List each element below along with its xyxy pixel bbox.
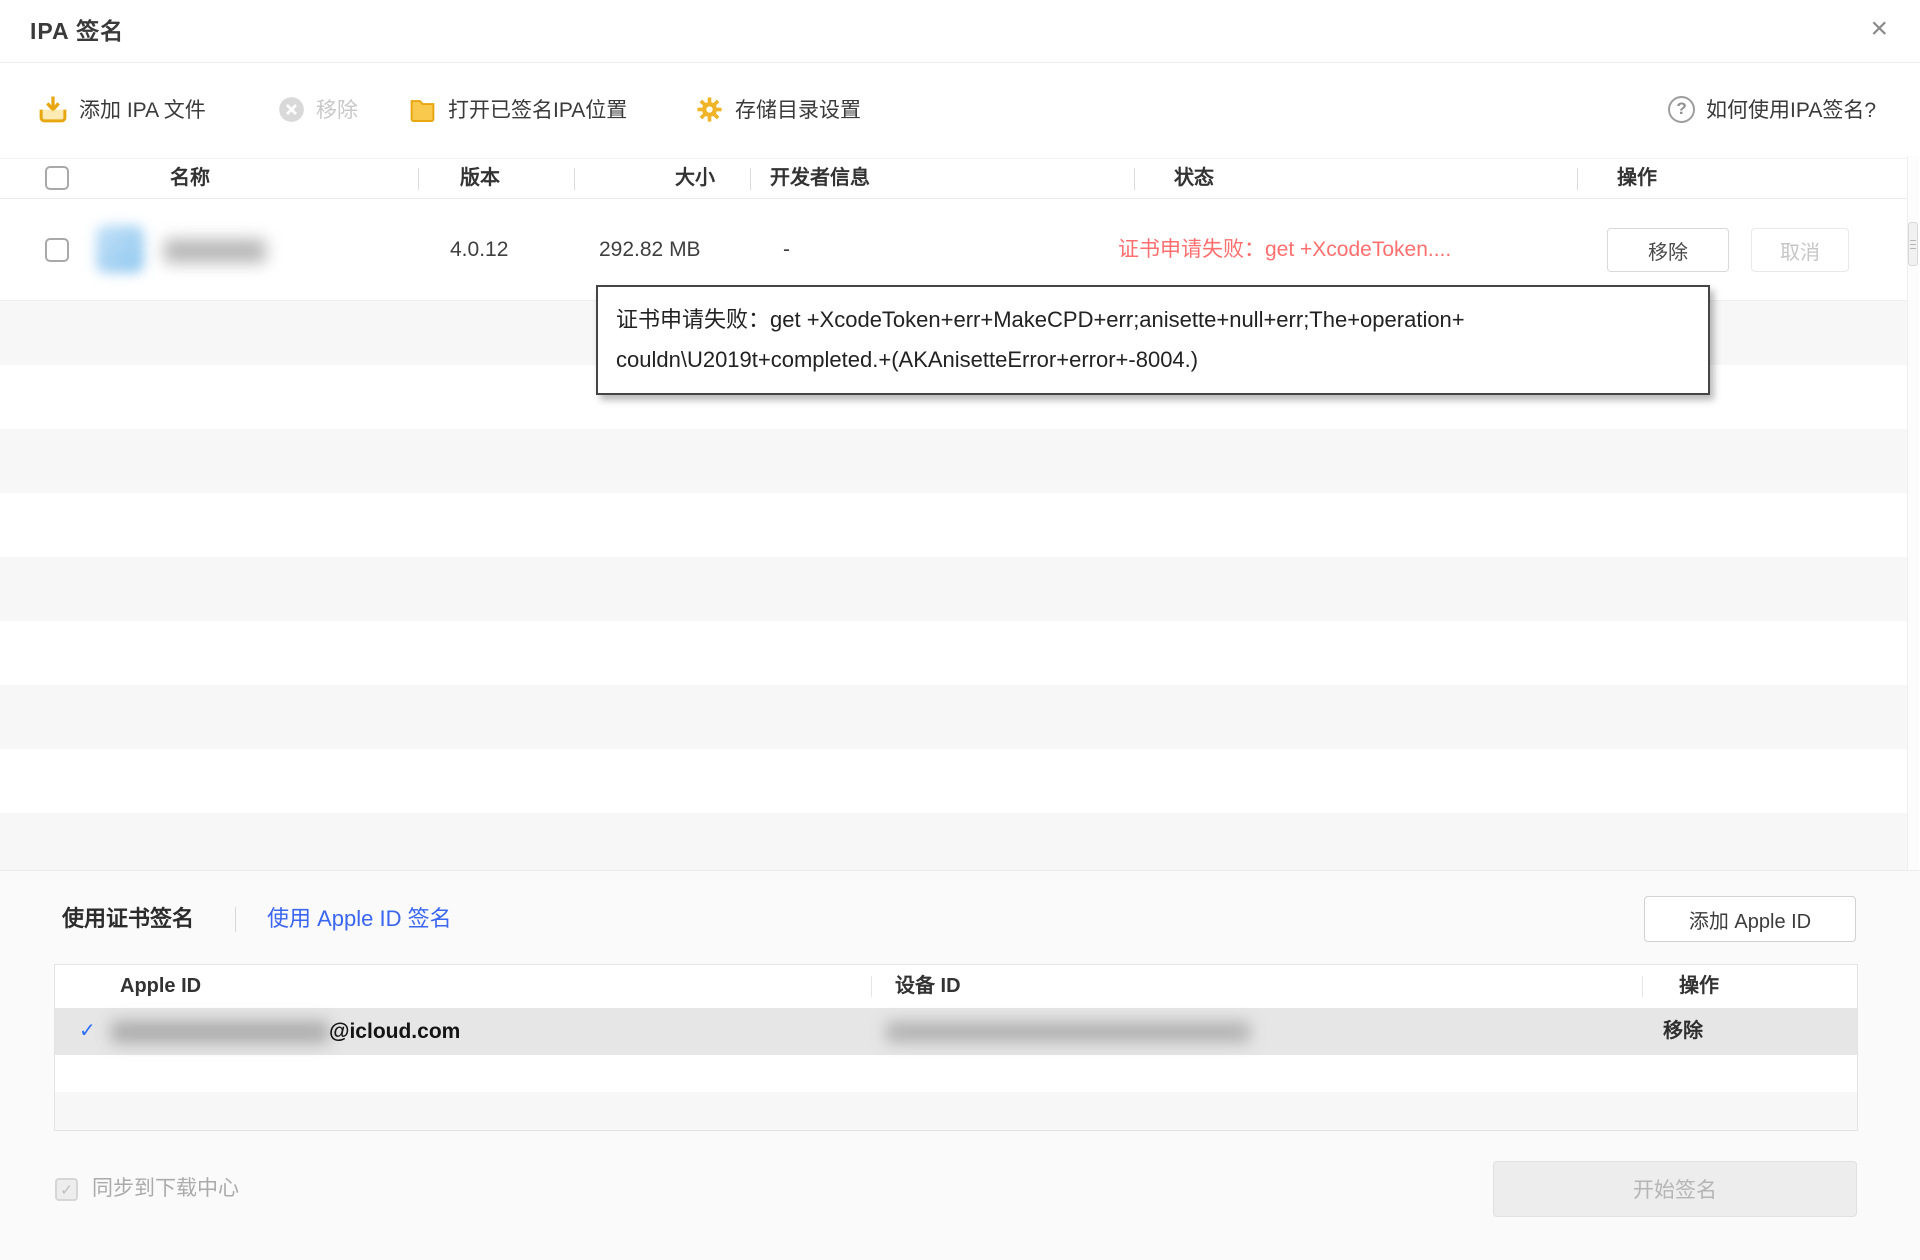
add-ipa-icon xyxy=(38,94,68,124)
column-divider xyxy=(750,168,751,190)
apple-id-row-selected[interactable]: ✓ @icloud.com 移除 xyxy=(55,1008,1857,1055)
add-ipa-label: 添加 IPA 文件 xyxy=(79,99,206,122)
row-version: 4.0.12 xyxy=(450,238,509,261)
ipa-table-header: 名称 版本 大小 开发者信息 状态 操作 xyxy=(0,158,1908,199)
storage-settings-button[interactable]: 存储目录设置 xyxy=(695,63,861,155)
error-tooltip-line2: couldn\U2019t+completed.+(AKAnisetteErro… xyxy=(616,347,1199,372)
storage-settings-label: 存储目录设置 xyxy=(735,99,861,122)
action-column-header: 操作 xyxy=(1679,975,1719,997)
apple-id-email-blurred xyxy=(111,1021,329,1043)
apple-id-table: Apple ID 设备 ID 操作 ✓ @icloud.com 移除 xyxy=(54,964,1858,1131)
row-cancel-button[interactable]: 取消 xyxy=(1751,228,1849,272)
signing-panel: 使用证书签名 使用 Apple ID 签名 添加 Apple ID Apple … xyxy=(0,870,1920,1260)
remove-button[interactable]: 移除 xyxy=(278,63,358,155)
add-apple-id-button[interactable]: 添加 Apple ID xyxy=(1644,896,1856,942)
apple-id-column-header: Apple ID xyxy=(120,975,202,997)
open-signed-location-button[interactable]: 打开已签名IPA位置 xyxy=(408,63,627,155)
sync-checkbox-label: 同步到下载中心 xyxy=(92,1177,239,1200)
app-name-blurred xyxy=(164,239,266,263)
empty-row-stripe xyxy=(55,1092,1857,1130)
column-divider xyxy=(1134,168,1135,190)
column-divider xyxy=(871,976,872,997)
row-checkbox[interactable] xyxy=(45,238,69,262)
select-all-checkbox[interactable] xyxy=(45,166,69,190)
dialog-title: IPA 签名 xyxy=(30,18,125,44)
device-id-blurred xyxy=(886,1022,1250,1042)
add-ipa-button[interactable]: 添加 IPA 文件 xyxy=(38,63,206,155)
column-header-version: 版本 xyxy=(460,167,500,189)
app-icon-blurred xyxy=(96,225,144,273)
column-divider xyxy=(574,168,575,190)
tab-certificate-signing[interactable]: 使用证书签名 xyxy=(62,896,194,941)
column-header-developer: 开发者信息 xyxy=(770,167,870,189)
dialog-title-bar: IPA 签名 × xyxy=(0,0,1920,63)
error-tooltip: 证书申请失败：get +XcodeToken+err+MakeCPD+err;a… xyxy=(596,285,1710,395)
gear-icon xyxy=(695,95,724,124)
tab-apple-id-signing[interactable]: 使用 Apple ID 签名 xyxy=(267,896,452,941)
column-divider xyxy=(1577,168,1578,190)
remove-label: 移除 xyxy=(316,99,358,122)
folder-icon xyxy=(408,95,437,124)
row-remove-button[interactable]: 移除 xyxy=(1607,228,1729,272)
scrollbar-thumb[interactable] xyxy=(1908,222,1918,266)
help-label: 如何使用IPA签名? xyxy=(1706,99,1876,122)
column-header-status: 状态 xyxy=(1174,167,1214,189)
check-icon: ✓ xyxy=(79,1020,96,1042)
column-divider xyxy=(418,168,419,190)
question-mark-icon: ? xyxy=(1668,95,1696,123)
remove-circle-icon xyxy=(278,96,305,123)
column-header-name: 名称 xyxy=(170,167,210,189)
apple-id-remove-action[interactable]: 移除 xyxy=(1663,1008,1703,1055)
column-header-action: 操作 xyxy=(1617,167,1657,189)
apple-id-email-suffix: @icloud.com xyxy=(329,1020,461,1043)
device-id-column-header: 设备 ID xyxy=(895,975,961,997)
help-button[interactable]: ? 如何使用IPA签名? xyxy=(1668,63,1876,155)
open-signed-location-label: 打开已签名IPA位置 xyxy=(448,99,628,122)
sync-checkbox-checked-disabled[interactable]: ✓ xyxy=(55,1178,78,1201)
close-icon[interactable]: × xyxy=(1864,0,1894,60)
error-tooltip-line1: 证书申请失败：get +XcodeToken+err+MakeCPD+err;a… xyxy=(616,307,1465,332)
column-header-size: 大小 xyxy=(675,167,715,189)
start-signing-button[interactable]: 开始签名 xyxy=(1493,1161,1857,1217)
tab-divider xyxy=(235,907,236,932)
column-divider xyxy=(1642,976,1643,997)
